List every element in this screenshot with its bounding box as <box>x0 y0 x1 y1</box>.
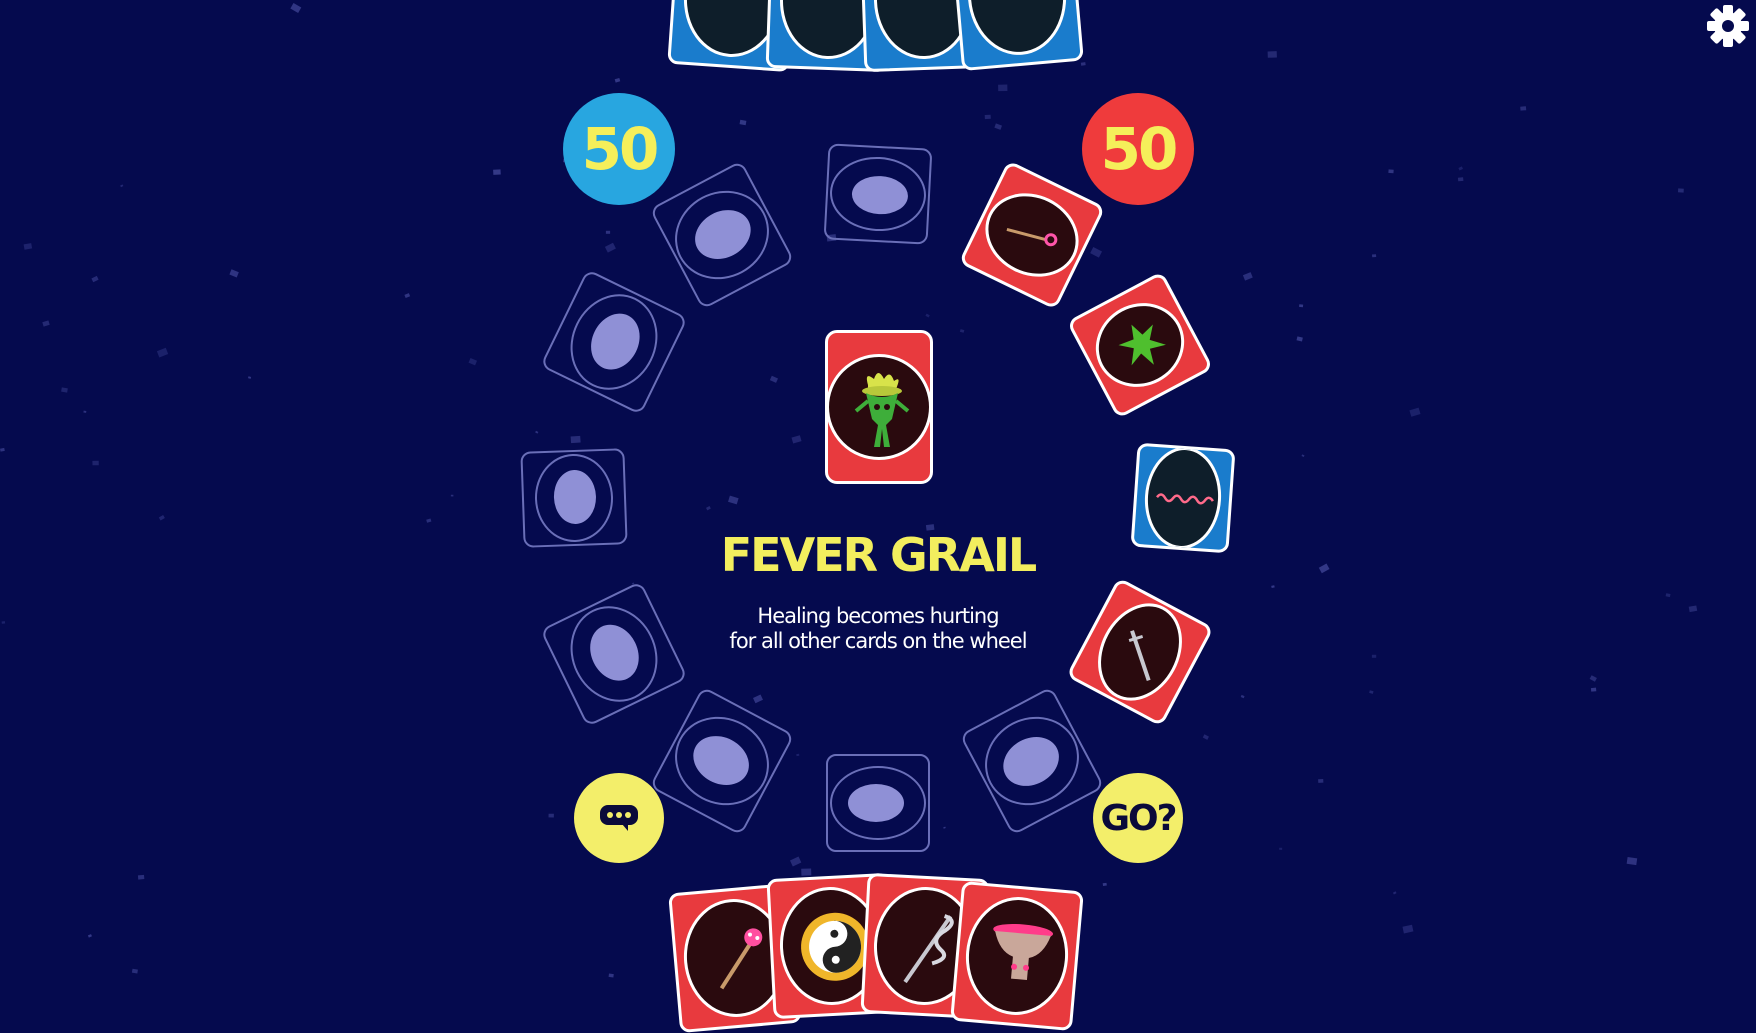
player-left-score: 50 <box>563 93 675 205</box>
opponent-card <box>950 0 1084 72</box>
green-creature-icon <box>854 373 910 447</box>
moon-icon <box>848 784 904 822</box>
wheel-slot[interactable] <box>823 143 933 245</box>
current-card-description: Healing becomes hurting for all other ca… <box>628 604 1128 654</box>
go-button[interactable]: GO? <box>1093 773 1183 863</box>
description-line: Healing becomes hurting <box>757 604 999 628</box>
player-right-score: 50 <box>1082 93 1194 205</box>
serpent-staff-icon <box>903 914 954 984</box>
mushroom-staff-icon <box>719 928 763 990</box>
current-card-title: FEVER GRAIL <box>720 528 1038 582</box>
wheel-slot[interactable] <box>520 448 628 548</box>
hand-card-pink-grail[interactable] <box>950 880 1084 1032</box>
gear-icon[interactable] <box>1706 4 1750 48</box>
description-line: for all other cards on the wheel <box>729 629 1027 653</box>
current-card[interactable] <box>825 330 933 484</box>
pink-grail-icon <box>993 923 1054 980</box>
chat-button[interactable] <box>574 773 664 863</box>
wheel-card-thread[interactable] <box>1130 442 1236 554</box>
speech-bubble-icon <box>600 805 638 831</box>
wheel-slot[interactable] <box>826 754 930 852</box>
